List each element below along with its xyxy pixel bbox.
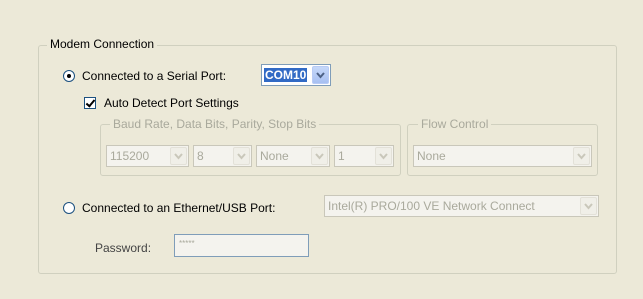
password-label: Password: — [95, 241, 152, 255]
ethernet-port-select[interactable]: Intel(R) PRO/100 VE Network Connect — [324, 195, 599, 217]
parity-value: None — [260, 149, 289, 163]
serial-port-label[interactable]: Connected to a Serial Port: — [82, 69, 226, 83]
chevron-down-icon[interactable] — [580, 197, 597, 215]
auto-detect-label[interactable]: Auto Detect Port Settings — [104, 96, 239, 110]
password-field[interactable]: ***** — [174, 234, 309, 257]
checkmark-icon — [85, 97, 96, 108]
stop-bits-value: 1 — [338, 149, 345, 163]
ethernet-port-radio[interactable] — [63, 202, 75, 214]
baud-rate-value: 115200 — [110, 149, 150, 163]
parity-select[interactable]: None — [256, 145, 330, 167]
chevron-down-icon[interactable] — [233, 147, 250, 165]
serial-port-select[interactable]: COM10 — [261, 64, 331, 86]
flow-control-title: Flow Control — [418, 117, 492, 131]
modem-connection-title: Modem Connection — [47, 37, 158, 51]
chevron-down-icon[interactable] — [375, 147, 392, 165]
data-bits-value: 8 — [197, 149, 204, 163]
auto-detect-checkbox[interactable] — [84, 97, 96, 109]
serial-port-radio[interactable] — [63, 70, 75, 82]
ethernet-port-label[interactable]: Connected to an Ethernet/USB Port: — [82, 201, 275, 215]
password-value: ***** — [179, 239, 195, 248]
ethernet-port-value: Intel(R) PRO/100 VE Network Connect — [328, 199, 535, 213]
chevron-down-icon[interactable] — [573, 147, 590, 165]
chevron-down-icon[interactable] — [170, 147, 187, 165]
chevron-down-icon[interactable] — [311, 147, 328, 165]
flow-control-select[interactable]: None — [413, 145, 592, 167]
port-settings-title: Baud Rate, Data Bits, Parity, Stop Bits — [110, 117, 320, 131]
chevron-down-icon[interactable] — [312, 66, 329, 84]
flow-control-value: None — [417, 149, 446, 163]
baud-rate-select[interactable]: 115200 — [106, 145, 189, 167]
data-bits-select[interactable]: 8 — [193, 145, 252, 167]
serial-port-value: COM10 — [264, 68, 308, 82]
stop-bits-select[interactable]: 1 — [334, 145, 394, 167]
